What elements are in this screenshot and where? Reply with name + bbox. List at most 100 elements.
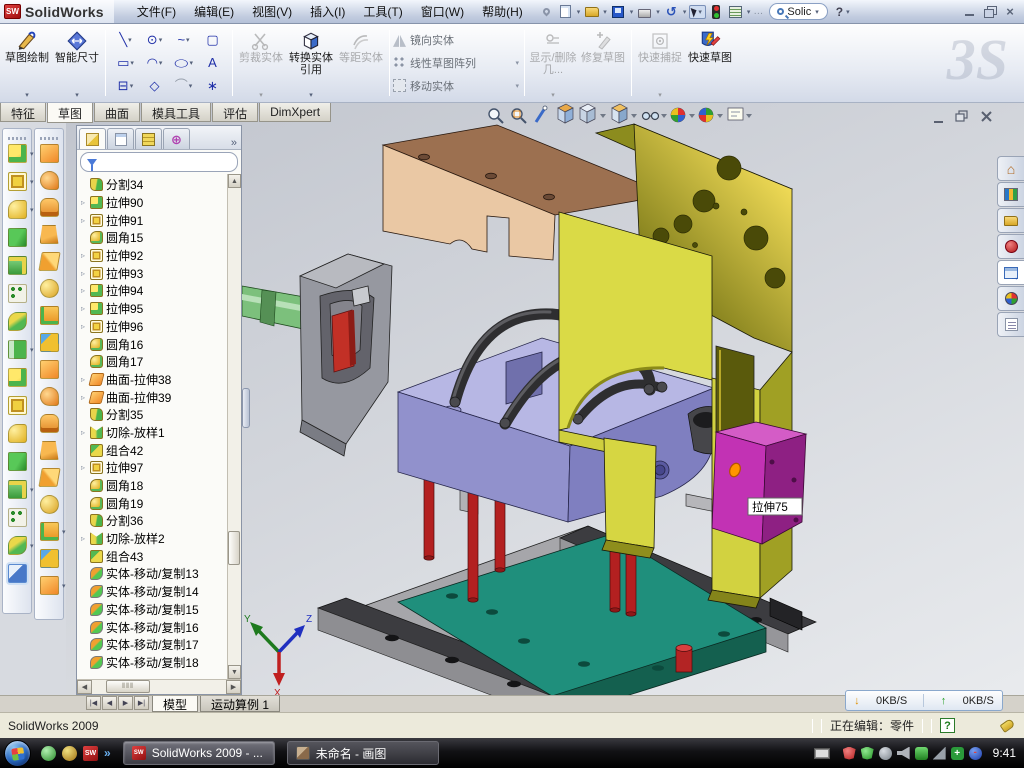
traffic-light-icon[interactable] <box>708 4 725 20</box>
tree-item[interactable]: ▹切除-放样1 <box>79 424 227 442</box>
propertymanager-tab[interactable] <box>107 128 134 149</box>
new-document-icon[interactable] <box>557 4 574 20</box>
tree-item[interactable]: 实体-移动/复制16 <box>79 618 227 636</box>
first-tab-icon[interactable]: |◀ <box>86 696 101 710</box>
search-input[interactable]: Solic <box>787 6 811 18</box>
gray-clamp[interactable] <box>300 254 392 456</box>
horizontal-scroll-thumb[interactable]: ⦀⦀⦀ <box>106 680 150 693</box>
surface-tool-icon[interactable] <box>40 576 59 595</box>
hide-show-items-icon[interactable] <box>643 113 668 120</box>
tab-sketch[interactable]: 草图 <box>47 103 93 123</box>
display-delete-dropdown-icon[interactable]: ▾ <box>551 91 555 99</box>
menu-help[interactable]: 帮助(H) <box>473 0 532 23</box>
surface-tool-icon[interactable] <box>40 360 59 379</box>
open-dropdown-icon[interactable]: ▾ <box>602 8 608 16</box>
surface-tool-icon[interactable] <box>40 522 59 541</box>
feature-tool-icon[interactable] <box>8 368 27 387</box>
feature-tool-icon[interactable] <box>8 508 27 527</box>
appearances-tab[interactable] <box>997 260 1024 285</box>
circle-tool[interactable]: ⊙▾ <box>140 33 169 47</box>
surface-tool-icon[interactable] <box>40 414 59 433</box>
feature-tool-icon[interactable] <box>8 256 27 275</box>
display-style-icon[interactable] <box>580 104 606 123</box>
feature-tool-icon[interactable] <box>8 396 27 415</box>
move-dropdown-icon[interactable]: ▾ <box>515 82 519 90</box>
new-dropdown-icon[interactable]: ▾ <box>576 8 582 16</box>
tree-item[interactable]: ▹拉伸92 <box>79 247 227 265</box>
configurationmanager-tab[interactable] <box>135 128 162 149</box>
mirror-entities-button[interactable]: 镜向实体 <box>393 32 521 48</box>
smart-dimension-button[interactable]: 智能尺寸 ▾ <box>52 26 102 100</box>
feature-tool-icon[interactable] <box>8 452 27 471</box>
tree-item[interactable]: 圆角16 <box>79 335 227 353</box>
quick-launch-app-icon[interactable] <box>62 746 77 761</box>
tree-item[interactable]: 实体-移动/复制15 <box>79 601 227 619</box>
quick-sketch-button[interactable]: 快速草图 <box>685 26 735 100</box>
print-icon[interactable] <box>636 4 653 20</box>
motion-study-tab[interactable]: 运动算例 1 <box>200 696 280 712</box>
convert-entities-button[interactable]: 转换实体引用 ▾ <box>286 26 336 100</box>
doc-close-icon[interactable] <box>982 112 991 121</box>
rectangle-tool[interactable]: ▭▾ <box>111 56 140 70</box>
ellipse-tool[interactable]: ◯▾ <box>169 56 198 70</box>
undo-dropdown-icon[interactable]: ▾ <box>682 8 688 16</box>
last-tab-icon[interactable]: ▶| <box>134 696 149 710</box>
sketch-button[interactable]: 草图绘制 ▾ <box>2 26 52 100</box>
spline-tool[interactable]: ~▾ <box>169 33 198 47</box>
scene-icon[interactable] <box>699 108 723 122</box>
sketch-fillet-tool[interactable]: ⌒▾ <box>169 79 198 93</box>
green-arm[interactable] <box>242 286 310 330</box>
prev-tab-icon[interactable]: ◀ <box>102 696 117 710</box>
tree-item[interactable]: 组合42 <box>79 441 227 459</box>
tab-features[interactable]: 特征 <box>0 103 46 122</box>
trim-dropdown-icon[interactable]: ▾ <box>259 91 263 99</box>
display-delete-relations-button[interactable]: 显示/删除几... ▾ <box>528 26 578 100</box>
zoom-fit-icon[interactable] <box>489 109 503 123</box>
restore-button[interactable] <box>984 6 996 17</box>
help-button[interactable]: ? <box>836 5 843 19</box>
print-dropdown-icon[interactable]: ▾ <box>655 8 661 16</box>
feature-tool-icon[interactable] <box>8 480 27 499</box>
save-dropdown-icon[interactable]: ▾ <box>629 8 635 16</box>
surface-tool-icon[interactable] <box>40 279 59 298</box>
model-tab[interactable]: 模型 <box>152 696 198 712</box>
selection-box-tool[interactable]: ▢ <box>198 33 227 47</box>
feature-tool-icon[interactable] <box>8 172 27 191</box>
line-tool[interactable]: ╲▾ <box>111 33 140 47</box>
tree-item[interactable]: 圆角18 <box>79 477 227 495</box>
tab-mold-tools[interactable]: 模具工具 <box>141 103 211 122</box>
antivirus-tray-icon[interactable] <box>843 747 856 760</box>
scroll-left-icon[interactable]: ◀ <box>77 680 92 694</box>
surface-tool-icon[interactable] <box>40 441 59 460</box>
tree-item[interactable]: ▹拉伸96 <box>79 318 227 336</box>
feature-tool-icon[interactable] <box>8 284 27 303</box>
tree-item[interactable]: 分割36 <box>79 512 227 530</box>
quick-launch-messenger-icon[interactable] <box>41 746 56 761</box>
surface-tool-icon[interactable] <box>40 144 59 163</box>
zoom-area-icon[interactable] <box>512 109 526 123</box>
convert-dropdown-icon[interactable]: ▾ <box>309 91 313 99</box>
tree-item[interactable]: 实体-移动/复制13 <box>79 565 227 583</box>
tree-item[interactable]: 圆角15 <box>79 229 227 247</box>
taskbar-button-solidworks[interactable]: SW SolidWorks 2009 - ... <box>123 741 275 765</box>
magenta-block[interactable] <box>712 422 806 544</box>
blocked-tray-icon[interactable]: - <box>969 747 982 760</box>
quick-snaps-button[interactable]: 快速捕捉 ▾ <box>635 26 685 100</box>
save-icon[interactable] <box>610 4 627 20</box>
text-tool[interactable]: A <box>198 56 227 70</box>
rotate-view-icon[interactable] <box>536 106 547 122</box>
polygon-tool[interactable]: ◇ <box>140 79 169 93</box>
start-button[interactable] <box>4 740 31 767</box>
surface-tool-icon[interactable] <box>40 333 59 352</box>
view-palette-tab[interactable] <box>997 234 1024 259</box>
surface-tool-icon[interactable] <box>38 468 60 487</box>
scroll-up-icon[interactable]: ▲ <box>228 174 241 188</box>
menu-view[interactable]: 视图(V) <box>243 0 301 23</box>
section-view-icon[interactable] <box>558 104 573 123</box>
move-entities-button[interactable]: 移动实体 ▾ <box>393 78 521 94</box>
tree-item[interactable]: ▹曲面-拉伸38 <box>79 371 227 389</box>
search-dropdown-icon[interactable]: ▾ <box>814 8 820 16</box>
feature-tool-icon[interactable] <box>8 424 27 443</box>
slot-tool[interactable]: ⊟▾ <box>111 79 140 93</box>
menu-edit[interactable]: 编辑(E) <box>185 0 243 23</box>
